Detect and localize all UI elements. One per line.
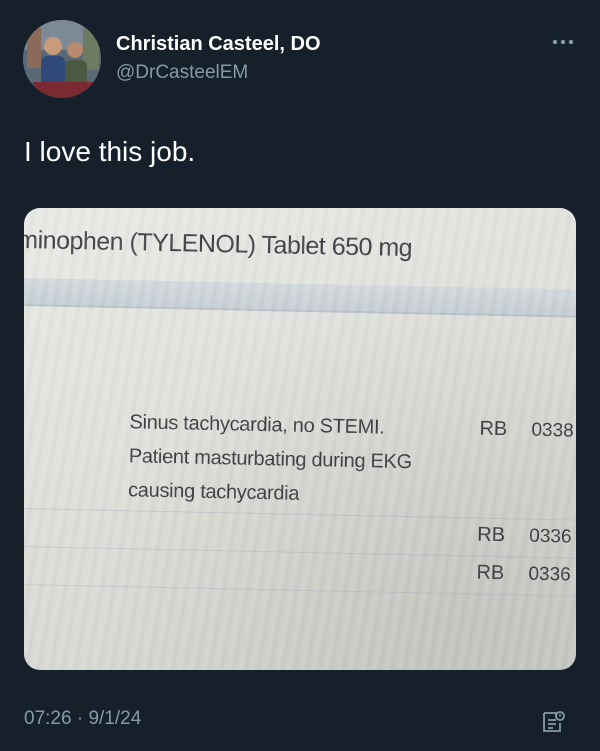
photo-row-initials: RB: [477, 523, 506, 547]
analytics-icon: [543, 711, 565, 732]
more-options-button[interactable]: [552, 32, 574, 50]
tweet-date: 9/1/24: [88, 708, 142, 729]
photo-screen-content: minophen (TYLENOL) Tablet 650 mg Sinus t…: [24, 208, 576, 670]
photo-row-divider: [24, 583, 576, 597]
author-name[interactable]: Christian Casteel, DO: [116, 33, 321, 56]
photo-row-code: 0336: [529, 525, 572, 548]
photo-row-code: 0336: [528, 563, 571, 586]
photo-row-initials: RB: [479, 417, 508, 441]
avatar-photo: [23, 20, 101, 98]
photo-row-divider: [24, 545, 576, 559]
analytics-button[interactable]: [540, 709, 566, 740]
tweet-photo[interactable]: minophen (TYLENOL) Tablet 650 mg Sinus t…: [24, 208, 576, 670]
photo-medication-line: minophen (TYLENOL) Tablet 650 mg: [24, 225, 413, 263]
photo-note: Sinus tachycardia, no STEMI. Patient mas…: [128, 405, 450, 514]
tweet-timestamp[interactable]: 07:26 · 9/1/24: [24, 708, 141, 730]
more-horizontal-icon: [552, 39, 574, 45]
separator-dot: ·: [76, 708, 89, 729]
photo-row-initials: RB: [476, 561, 505, 585]
tweet-text: I love this job.: [24, 136, 196, 167]
photo-note-line: causing tachycardia: [127, 479, 300, 505]
photo-row-code: 0338: [531, 419, 574, 442]
tweet-time: 07:26: [24, 708, 72, 729]
photo-header-band: [24, 277, 576, 318]
tweet-card: Christian Casteel, DO @DrCasteelEM I lov…: [0, 0, 600, 751]
avatar[interactable]: [23, 20, 101, 98]
author-handle[interactable]: @DrCasteelEM: [116, 62, 248, 84]
